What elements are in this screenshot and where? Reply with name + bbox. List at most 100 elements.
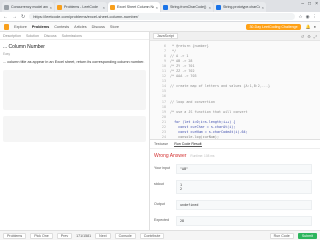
maximize-icon[interactable]: □: [308, 1, 311, 7]
line-number: 21: [161, 119, 166, 124]
line-number: 6: [163, 43, 166, 48]
output-row: Output undefined: [150, 197, 320, 213]
submit-button[interactable]: Submit: [297, 232, 317, 239]
contribute-button[interactable]: Contribute: [139, 232, 165, 239]
nav-store[interactable]: Store: [110, 25, 119, 29]
tab-description[interactable]: Description: [3, 34, 21, 38]
browser-tab[interactable]: Problems - LeetCode ×: [55, 2, 107, 12]
result-tabs: Testcase Run Code Result: [150, 140, 320, 149]
reset-icon[interactable]: ↺: [301, 34, 304, 39]
page-indicator: 171/1581: [76, 233, 92, 238]
problem-title: ... Column Number: [3, 44, 45, 50]
code-text: const curNum = s.charCodeAt(i)-64;: [170, 130, 248, 135]
mdn-icon: [163, 4, 168, 10]
stdout-value: 1 2: [176, 180, 312, 194]
forward-icon[interactable]: →: [12, 14, 17, 20]
line-number: 18: [161, 104, 166, 109]
nav-discuss[interactable]: Discuss: [92, 25, 105, 29]
problems-button[interactable]: Problems: [3, 232, 27, 239]
console-button[interactable]: Console: [114, 232, 136, 239]
leetcode-icon: [57, 4, 62, 10]
code-text: console.log(curNum);: [170, 135, 219, 140]
line-number: 7: [163, 48, 166, 53]
runtime-text: Runtime: 108 ms: [190, 154, 215, 158]
code-text: /* use a JS function that will convert: [170, 109, 248, 114]
code-text: for (let i=0;i<s.length;i++) {: [170, 119, 236, 124]
browser-tab-active[interactable]: Excel Sheet Column Number×: [108, 2, 160, 12]
close-window-icon[interactable]: ×: [315, 1, 318, 7]
code-text: /* AAA -> 703: [170, 74, 197, 79]
close-icon[interactable]: ×: [103, 5, 105, 10]
run-code-button[interactable]: Run Code: [269, 232, 294, 239]
nav-explore[interactable]: Explore: [14, 25, 27, 29]
close-icon[interactable]: ×: [156, 5, 158, 10]
code-editor[interactable]: JavaScript ↺ ⚙ ⤢ 6 * @return {number} 7 *…: [150, 32, 320, 144]
line-number: 15: [161, 89, 166, 94]
nav-contests[interactable]: Contests: [54, 25, 69, 29]
code-lines[interactable]: 6 * @return {number} 7 */ 8 // A -> 1 9 /* AB…: [150, 41, 320, 145]
tab-submissions[interactable]: Submissions: [62, 34, 82, 38]
tab-testcase[interactable]: Testcase: [154, 142, 168, 146]
code-text: /* AB -> 28: [170, 58, 193, 63]
close-icon[interactable]: ×: [50, 5, 52, 10]
challenge-button[interactable]: 30-Day LeetCoding Challenge: [246, 23, 301, 30]
close-icon[interactable]: ×: [262, 5, 264, 10]
fullscreen-icon[interactable]: ⤢: [314, 34, 317, 39]
line-number: 13: [161, 79, 166, 84]
expected-value: 28: [176, 216, 312, 226]
expected-label: Expected: [154, 218, 169, 222]
editor-toolbar: JavaScript ↺ ⚙ ⤢: [150, 32, 320, 41]
code-text: const curChar = s.charAt(i);: [170, 125, 236, 130]
browser-tab-bar: Concurrency model and the× Problems - Le…: [0, 0, 320, 12]
address-bar-row: ← → ↻ https://leetcode.com/problems/exce…: [0, 12, 320, 22]
result-status: Wrong Answer: [154, 153, 187, 159]
leetcode-logo[interactable]: [4, 23, 9, 30]
line-number: 14: [161, 84, 166, 89]
next-button[interactable]: Next: [95, 232, 111, 239]
window-controls: – □ ×: [301, 1, 318, 7]
site-icon: [4, 4, 9, 10]
browser-tab[interactable]: String.fromCharCode() - Java×: [161, 2, 213, 12]
line-number: 17: [161, 99, 166, 104]
bell-icon[interactable]: 🔔: [306, 24, 311, 29]
code-text: */: [170, 48, 177, 53]
reload-icon[interactable]: ↻: [21, 14, 25, 20]
your-input-value: "AB": [176, 164, 312, 174]
example-block: [3, 116, 146, 142]
star-icon[interactable]: ☆: [299, 14, 303, 20]
mdn-icon: [216, 4, 221, 10]
your-input-label: Your input: [154, 166, 171, 170]
back-icon[interactable]: ←: [3, 14, 8, 20]
nav-articles[interactable]: Articles: [74, 25, 86, 29]
line-number: 22: [161, 125, 166, 130]
minimize-icon[interactable]: –: [301, 1, 304, 7]
extension-icon[interactable]: ◉: [306, 14, 310, 20]
pick-one-button[interactable]: Pick One: [30, 232, 53, 239]
expected-row: Expected 28: [150, 213, 320, 229]
code-text: /* ZY -> 701: [170, 63, 195, 68]
browser-tab[interactable]: String.prototype.charCodeAt×: [214, 2, 266, 12]
close-icon[interactable]: ×: [209, 5, 211, 10]
tab-run-result[interactable]: Run Code Result: [174, 142, 202, 147]
code-text: /* ZZ -> 702: [170, 69, 195, 74]
settings-icon[interactable]: ⚙: [307, 34, 311, 39]
stdout-row: stdout 1 2: [150, 177, 320, 197]
menu-icon[interactable]: ⋮: [313, 14, 318, 20]
line-number: 9: [163, 58, 166, 63]
your-input-row: Your input "AB": [150, 161, 320, 177]
results-panel: Testcase Run Code Result Wrong Answer Ru…: [150, 140, 320, 230]
code-text: * @return {number}: [170, 43, 209, 48]
tab-discuss[interactable]: Discuss: [44, 34, 57, 38]
avatar[interactable]: ●: [314, 24, 316, 29]
stdout-label: stdout: [154, 182, 164, 186]
url-field[interactable]: https://leetcode.com/problems/excel-shee…: [29, 13, 295, 20]
bottom-toolbar: Problems Pick One Prev 171/1581 Next Con…: [0, 230, 320, 240]
browser-tab[interactable]: Concurrency model and the×: [2, 2, 54, 12]
line-number: 12: [161, 74, 166, 79]
line-number: 20: [161, 114, 166, 119]
output-label: Output: [154, 202, 165, 206]
tab-solution[interactable]: Solution: [26, 34, 39, 38]
language-select[interactable]: JavaScript: [153, 33, 178, 39]
prev-button[interactable]: Prev: [56, 232, 73, 239]
nav-problems[interactable]: Problems: [32, 25, 49, 29]
